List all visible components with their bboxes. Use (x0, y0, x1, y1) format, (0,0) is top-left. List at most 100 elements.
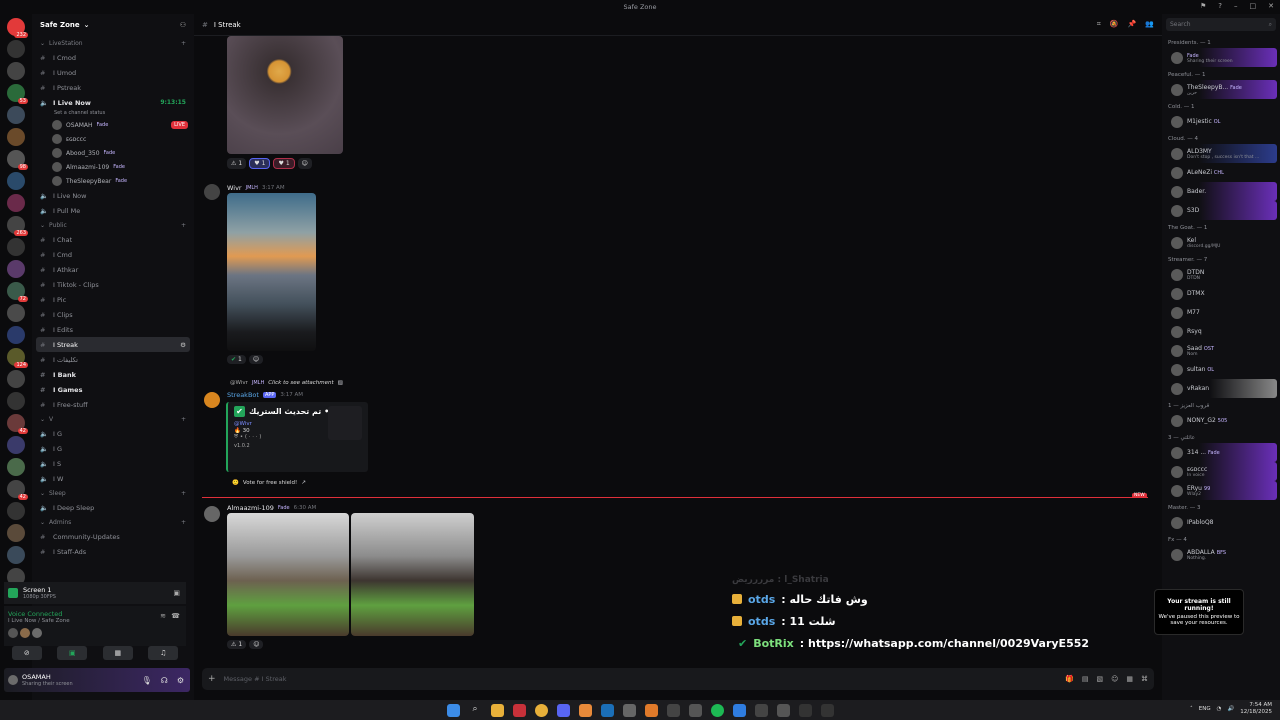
moon-image[interactable] (227, 36, 343, 154)
server-icon[interactable] (7, 238, 25, 256)
add-reaction-button[interactable]: ☺ (248, 355, 264, 364)
chevron-up-icon[interactable]: ˄ (1190, 706, 1193, 712)
add-channel-icon[interactable]: + (181, 416, 186, 423)
member-item[interactable]: Fade Sharing their screen (1165, 48, 1277, 67)
gif-icon[interactable]: ▤ (1082, 675, 1089, 683)
server-icon[interactable] (7, 194, 25, 212)
category-header[interactable]: ⌄ V + (32, 412, 194, 426)
voice-user[interactable]: ᴇɢᴅᴄᴄᴄ (32, 132, 194, 146)
member-item[interactable]: ALD3MY Don't stop , success isn't that ..… (1165, 144, 1277, 163)
message-input[interactable]: Message # I Streak (224, 675, 287, 683)
member-item[interactable]: Bader. (1165, 182, 1277, 201)
help-icon[interactable]: ? (1218, 2, 1222, 10)
sticker-icon[interactable]: ▧ (1096, 675, 1103, 683)
app-icon[interactable] (732, 703, 746, 717)
server-icon[interactable] (7, 40, 25, 58)
minimize-icon[interactable]: – (1234, 2, 1238, 10)
member-item[interactable]: M77 (1165, 303, 1277, 322)
voice-channel[interactable]: 🔈 I Live Now 9:13:15 (32, 95, 194, 110)
member-item[interactable]: M1jestic OL (1165, 112, 1277, 131)
text-channel[interactable]: # I Cmd (32, 247, 194, 262)
text-channel[interactable]: # I Staff-Ads (32, 544, 194, 559)
language-indicator[interactable]: ENG (1199, 706, 1211, 712)
screen-share-bar[interactable]: Screen 1 1080p 30FPS ▣ (4, 582, 186, 604)
maximize-icon[interactable]: □ (1250, 2, 1257, 10)
member-item[interactable]: Rsyq (1165, 322, 1277, 341)
member-item[interactable]: ERyu 99 Wlay2 (1165, 481, 1277, 500)
reaction[interactable]: ♥ 1 (273, 158, 295, 169)
voice-channel[interactable]: 🔈 I G (32, 426, 194, 441)
server-icon[interactable]: 232 (7, 18, 28, 38)
text-channel[interactable]: # I Tiktok - Clips (32, 277, 194, 292)
voice-channel[interactable]: 🔈 I Live Now (32, 188, 194, 203)
activity-icon[interactable]: ⌘ (1141, 675, 1148, 683)
member-item[interactable]: ᴇɢᴅᴄᴄᴄ In voice (1165, 462, 1277, 481)
wifi-icon[interactable]: ◔ (1217, 706, 1222, 712)
server-icon[interactable] (7, 502, 25, 520)
apps-icon[interactable]: ▦ (1126, 675, 1133, 683)
text-channel[interactable]: # I Umod (32, 65, 194, 80)
server-icon[interactable] (7, 458, 25, 476)
voice-user[interactable]: TheSleepyBear Fade (32, 174, 194, 188)
app-icon[interactable] (688, 703, 702, 717)
app-icon[interactable] (512, 703, 526, 717)
text-channel[interactable]: # I Cmod (32, 50, 194, 65)
add-reaction-button[interactable]: ☺ (249, 640, 264, 649)
member-item[interactable]: 314 ... Fade (1165, 443, 1277, 462)
text-channel[interactable]: # I Pic (32, 292, 194, 307)
server-icon[interactable] (7, 436, 25, 454)
avatar[interactable] (204, 506, 220, 522)
stop-stream-icon[interactable]: ▣ (173, 589, 180, 597)
server-icon[interactable] (7, 62, 25, 80)
headphones-icon[interactable]: ☊ (161, 676, 168, 685)
disconnect-icon[interactable]: ☎ (171, 612, 180, 620)
member-item[interactable]: TheSleepyB... Fade حزين (1165, 80, 1277, 99)
server-icon[interactable]: 124 (7, 348, 28, 368)
channel-status[interactable]: Set a channel status (32, 110, 194, 118)
start-icon[interactable] (446, 703, 460, 717)
pin-icon[interactable]: 📌 (1128, 20, 1137, 29)
video-button[interactable]: ⊘ (11, 646, 42, 660)
avatar[interactable] (204, 184, 220, 200)
soundboard-button[interactable]: ♫ (148, 646, 179, 660)
member-item[interactable]: vRakan (1165, 379, 1277, 398)
author-name[interactable]: Almaazmi-109 (227, 504, 274, 512)
category-header[interactable]: ⌄ LiveStation + (32, 36, 194, 50)
voice-user[interactable]: Almaazmi-109 Fade (32, 160, 194, 174)
discord-icon[interactable] (556, 703, 570, 717)
voice-user[interactable]: OSAMAH Fade LIVE (32, 118, 194, 132)
add-attachment-icon[interactable]: + (208, 674, 216, 684)
voice-channel[interactable]: 🔈 I Pull Me (32, 203, 194, 218)
settings-icon[interactable]: ⚙ (177, 676, 184, 685)
member-item[interactable]: sultan OL (1165, 360, 1277, 379)
add-reaction-button[interactable]: ☺ (297, 158, 312, 169)
voice-user[interactable]: Abood_350 Fade (32, 146, 194, 160)
author-name[interactable]: StreakBot (227, 391, 259, 399)
close-icon[interactable]: ✕ (1268, 2, 1274, 10)
category-header[interactable]: ⌄ Admins + (32, 515, 194, 529)
lemur-image[interactable] (227, 513, 349, 636)
reaction[interactable]: ⚠ 1 (227, 158, 247, 169)
app-icon[interactable] (798, 703, 812, 717)
gift-icon[interactable]: 🎁 (1065, 675, 1074, 683)
text-channel[interactable]: # I Edits (32, 322, 194, 337)
guild-header[interactable]: Safe Zone ⌄ ⚇ (32, 14, 194, 36)
category-header[interactable]: ⌄ Sleep + (32, 486, 194, 500)
search-icon[interactable]: ⌕ (469, 704, 482, 717)
text-channel[interactable]: # I Streak ⚙ (36, 337, 190, 352)
reaction[interactable]: ♥ 1 (249, 158, 271, 169)
activity-button[interactable]: ▦ (102, 646, 133, 660)
text-channel[interactable]: # I Athkar (32, 262, 194, 277)
member-item[interactable]: DTDN DTDN (1165, 265, 1277, 284)
server-icon[interactable] (7, 128, 25, 146)
vote-link[interactable]: Vote for free shield! (243, 480, 297, 486)
server-icon[interactable]: 42 (7, 480, 28, 500)
member-item[interactable]: Saad OST Nom (1165, 341, 1277, 360)
avatar[interactable] (8, 675, 18, 685)
server-icon[interactable] (7, 524, 25, 542)
mute-icon[interactable]: 🔕 (1110, 20, 1119, 29)
emoji-icon[interactable]: ☺ (1111, 675, 1118, 683)
text-channel[interactable]: # I تكليفات (32, 352, 194, 367)
category-header[interactable]: ⌄ Public + (32, 218, 194, 232)
chrome-icon[interactable] (534, 703, 548, 717)
